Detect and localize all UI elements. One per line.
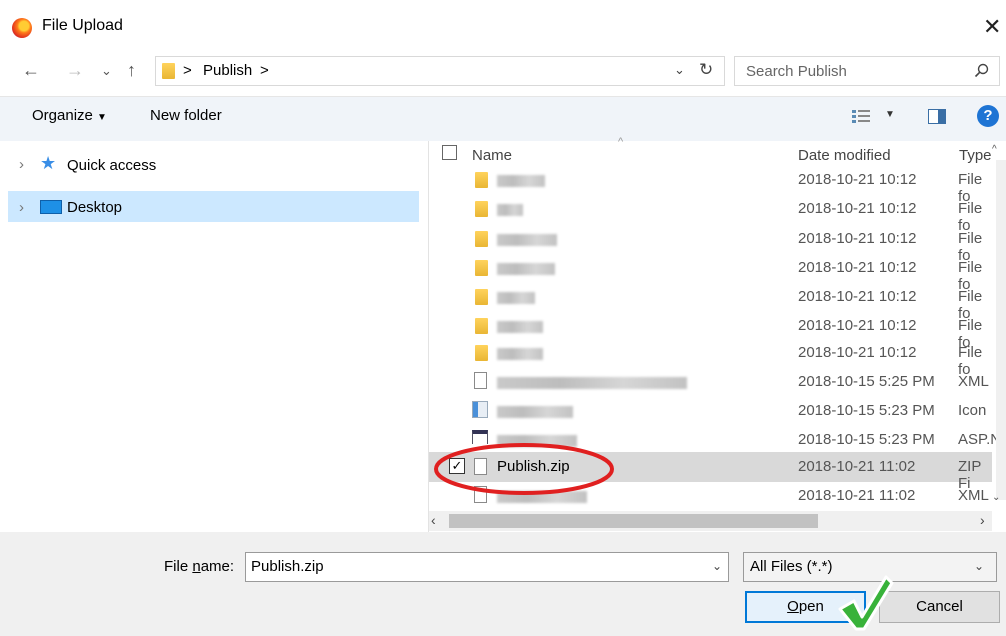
redacted-filename	[497, 263, 555, 275]
folder-icon	[475, 231, 488, 247]
file-icon	[474, 372, 487, 389]
file-name-value: Publish.zip	[251, 558, 324, 575]
scroll-left-icon[interactable]: ‹	[431, 512, 436, 528]
date-cell: 2018-10-21 10:12	[798, 259, 917, 276]
window-title: File Upload	[42, 17, 123, 34]
table-row[interactable]: 2018-10-21 10:12 File fo	[472, 343, 992, 378]
redacted-filename	[497, 292, 535, 304]
breadcrumb-separator: >	[183, 62, 192, 79]
table-row[interactable]: 2018-10-21 10:12 File fo	[472, 287, 992, 322]
red-highlight-ellipse	[434, 443, 614, 495]
folder-icon	[475, 345, 488, 361]
column-header-name[interactable]: Name	[472, 147, 512, 164]
date-cell: 2018-10-15 5:23 PM	[798, 431, 935, 448]
view-options-icon[interactable]	[852, 110, 870, 124]
folder-icon	[475, 289, 488, 305]
scroll-down-icon[interactable]: ⌄	[992, 492, 1000, 503]
breadcrumb-trail-chevron[interactable]: >	[260, 62, 269, 79]
table-row[interactable]: 2018-10-15 5:23 PM Icon	[472, 401, 992, 423]
table-row[interactable]: 2018-10-15 5:25 PM XML	[472, 372, 992, 394]
preview-pane-icon[interactable]	[928, 109, 946, 124]
vertical-scrollbar[interactable]	[996, 160, 1006, 500]
folder-icon	[475, 201, 488, 217]
table-row[interactable]: 2018-10-21 10:12 File fo	[472, 229, 992, 264]
organize-dropdown-icon: ▼	[97, 112, 107, 123]
view-dropdown-icon[interactable]: ▼	[885, 109, 895, 120]
file-type-dropdown-icon[interactable]: ⌄	[974, 559, 984, 573]
date-cell: 2018-10-21 10:12	[798, 171, 917, 188]
breadcrumb-publish[interactable]: Publish	[203, 62, 252, 79]
date-cell: 2018-10-15 5:25 PM	[798, 373, 935, 390]
search-placeholder: Search Publish	[746, 63, 847, 80]
type-cell: XML	[958, 487, 989, 504]
folder-icon	[475, 318, 488, 334]
star-icon: ★	[40, 153, 57, 173]
date-cell: 2018-10-21 11:02	[798, 487, 916, 504]
type-cell: Icon	[958, 402, 987, 419]
desktop-icon	[40, 200, 62, 214]
date-cell: 2018-10-21 11:02	[798, 458, 916, 475]
folder-icon	[162, 63, 175, 79]
redacted-filename	[497, 234, 557, 246]
address-bar[interactable]: > Publish > ⌄ ↻	[155, 56, 725, 86]
organize-button[interactable]: Organize ▼	[32, 107, 107, 124]
table-row[interactable]: 2018-10-21 10:12 File fo	[472, 258, 992, 293]
table-row[interactable]: 2018-10-21 10:12 File fo	[472, 316, 992, 351]
redacted-filename	[497, 321, 543, 333]
scroll-up-icon[interactable]: ^	[992, 144, 997, 155]
forward-arrow-icon[interactable]: →	[66, 60, 84, 81]
date-cell: 2018-10-15 5:23 PM	[798, 402, 935, 419]
redacted-filename	[497, 175, 545, 187]
date-cell: 2018-10-21 10:12	[798, 288, 917, 305]
expand-chevron-icon[interactable]: ›	[19, 199, 24, 216]
up-arrow-icon[interactable]: ↑	[127, 60, 136, 81]
icon-file-icon	[472, 401, 488, 418]
date-cell: 2018-10-21 10:12	[798, 200, 917, 217]
title-bar	[0, 0, 1006, 54]
date-cell: 2018-10-21 10:12	[798, 317, 917, 334]
scroll-right-icon[interactable]: ›	[980, 512, 985, 528]
green-checkmark-icon	[838, 575, 894, 631]
refresh-icon[interactable]: ↻	[699, 60, 713, 80]
date-cell: 2018-10-21 10:12	[798, 344, 917, 361]
back-arrow-icon[interactable]: ←	[22, 60, 40, 81]
organize-label: Organize	[32, 107, 93, 124]
table-row[interactable]: 2018-10-21 10:12 File fo	[472, 170, 992, 205]
folder-icon	[475, 172, 488, 188]
file-name-label: File name:	[164, 558, 235, 575]
address-dropdown-icon[interactable]: ⌄	[674, 62, 685, 78]
folder-icon	[475, 260, 488, 276]
column-header-type[interactable]: Type	[959, 147, 992, 164]
sidebar-item-quick-access[interactable]: Quick access	[67, 157, 156, 174]
column-header-date[interactable]: Date modified	[798, 147, 891, 164]
file-name-input[interactable]: Publish.zip ⌄	[245, 552, 729, 582]
horizontal-scroll-thumb[interactable]	[449, 514, 818, 528]
sidebar-item-desktop[interactable]: Desktop	[67, 199, 122, 216]
firefox-logo-icon	[12, 18, 32, 38]
new-folder-button[interactable]: New folder	[150, 107, 222, 124]
help-icon[interactable]: ?	[977, 105, 999, 127]
table-row[interactable]: 2018-10-21 10:12 File fo	[472, 199, 992, 234]
type-cell: XML	[958, 373, 989, 390]
redacted-filename	[497, 377, 687, 389]
type-cell: ASP.N	[958, 431, 1002, 448]
date-cell: 2018-10-21 10:12	[798, 230, 917, 247]
close-icon[interactable]: ✕	[983, 14, 1001, 40]
select-all-checkbox[interactable]	[442, 145, 457, 160]
redacted-filename	[497, 348, 543, 360]
cancel-button[interactable]: Cancel	[879, 591, 1000, 623]
file-type-value: All Files (*.*)	[750, 558, 833, 575]
search-icon[interactable]	[974, 63, 990, 79]
redacted-filename	[497, 406, 573, 418]
recent-locations-chevron-icon[interactable]: ⌄	[101, 63, 112, 79]
expand-chevron-icon[interactable]: ›	[19, 156, 24, 173]
redacted-filename	[497, 204, 523, 216]
sort-indicator-icon: ^	[618, 136, 624, 148]
file-name-dropdown-icon[interactable]: ⌄	[712, 559, 722, 573]
